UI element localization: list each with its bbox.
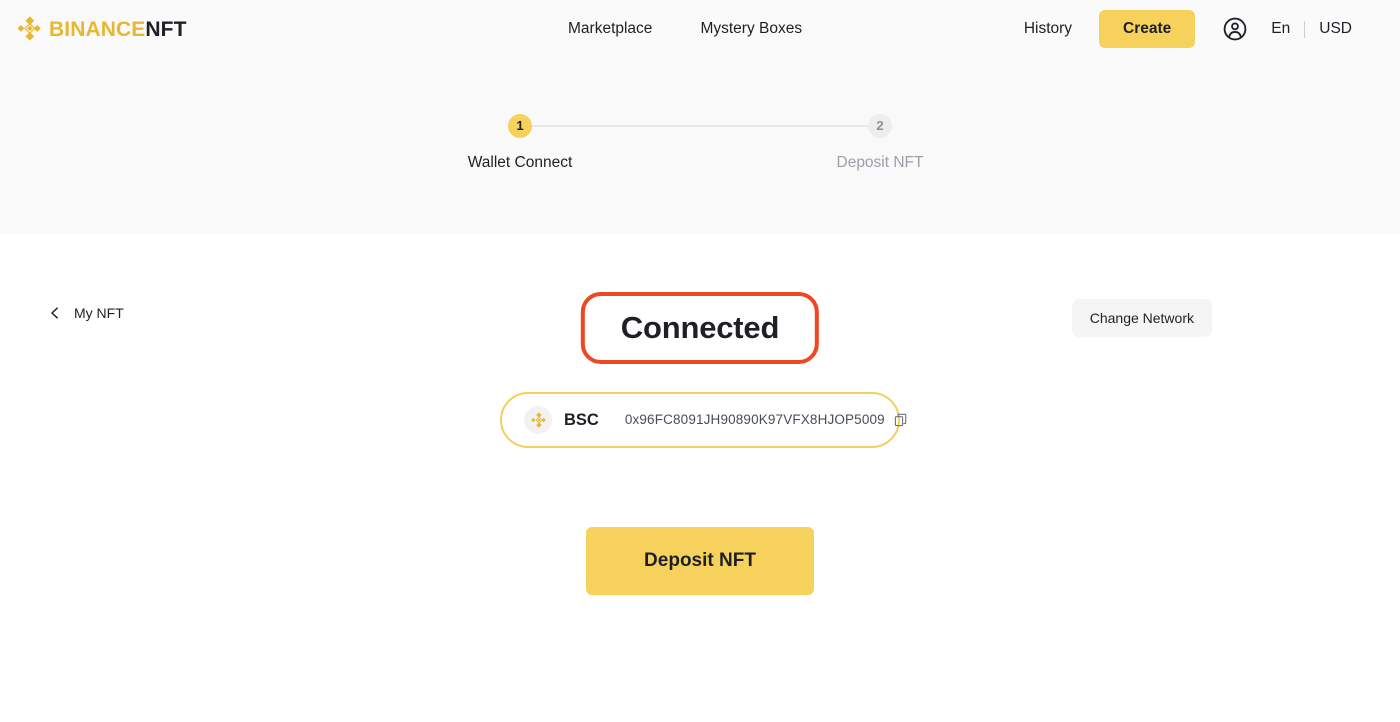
currency-selector[interactable]: USD bbox=[1319, 21, 1352, 37]
brand-text: BINANCENFT bbox=[49, 19, 187, 40]
connected-status-highlight: Connected bbox=[580, 292, 820, 364]
binance-diamond-logo-icon bbox=[17, 16, 41, 41]
brand-nft-word: NFT bbox=[145, 17, 187, 41]
copy-icon[interactable] bbox=[894, 413, 908, 427]
back-link-label: My NFT bbox=[74, 305, 124, 321]
brand-binance-word: BINANCE bbox=[49, 17, 146, 41]
account-circle-icon[interactable] bbox=[1222, 16, 1248, 42]
main-content: My NFT Change Network Connected BSC 0x96… bbox=[0, 234, 1400, 722]
connected-status-title: Connected bbox=[620, 310, 780, 345]
nav-item-marketplace[interactable]: Marketplace bbox=[568, 21, 652, 37]
step-1-label: Wallet Connect bbox=[467, 154, 573, 171]
top-header: BINANCENFT Marketplace Mystery Boxes His… bbox=[0, 0, 1400, 58]
primary-nav: Marketplace Mystery Boxes bbox=[568, 0, 802, 58]
deposit-nft-button[interactable]: Deposit NFT bbox=[586, 527, 814, 595]
header-actions: History Create En USD bbox=[1024, 0, 1352, 58]
step-2-label: Deposit NFT bbox=[836, 154, 924, 171]
stepper-band: 1 2 Wallet Connect Deposit NFT bbox=[0, 58, 1400, 234]
chevron-left-icon bbox=[51, 307, 58, 319]
binance-smart-chain-icon bbox=[524, 406, 552, 434]
language-selector[interactable]: En bbox=[1271, 21, 1290, 37]
create-button[interactable]: Create bbox=[1099, 10, 1196, 48]
brand-logo-link[interactable]: BINANCENFT bbox=[16, 16, 187, 42]
wallet-network-label: BSC bbox=[564, 410, 599, 429]
change-network-button[interactable]: Change Network bbox=[1071, 299, 1212, 337]
step-2-circle[interactable]: 2 bbox=[868, 114, 892, 138]
stepper-track: 1 2 bbox=[490, 114, 910, 138]
stepper-connector-line bbox=[528, 125, 872, 127]
step-1-circle[interactable]: 1 bbox=[508, 114, 532, 138]
nav-item-mystery-boxes[interactable]: Mystery Boxes bbox=[700, 21, 802, 37]
header-divider bbox=[1304, 20, 1306, 38]
progress-stepper: 1 2 Wallet Connect Deposit NFT bbox=[468, 114, 924, 176]
wallet-address-pill: BSC 0x96FC8091JH90890K97VFX8HJOP5009 bbox=[500, 392, 907, 448]
wallet-address-value: 0x96FC8091JH90890K97VFX8HJOP5009 bbox=[624, 412, 885, 428]
bsc-diamond-glyph bbox=[530, 411, 546, 428]
back-to-my-nft-link[interactable]: My NFT bbox=[48, 306, 124, 320]
nav-item-history[interactable]: History bbox=[1024, 21, 1072, 37]
stepper-labels: Wallet Connect Deposit NFT bbox=[468, 154, 924, 176]
